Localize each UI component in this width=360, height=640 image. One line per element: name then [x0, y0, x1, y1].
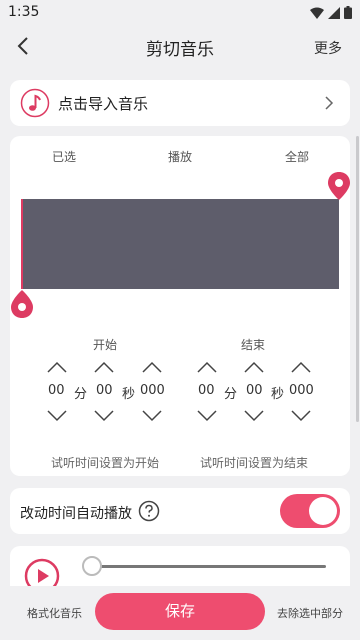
remove-selection-button[interactable]: 去除选中部分 — [277, 605, 343, 621]
start-min-up-icon[interactable] — [47, 361, 67, 373]
start-sec-value[interactable]: 00 — [96, 383, 113, 398]
start-handle-pin-icon[interactable] — [11, 290, 33, 318]
auto-play-toggle[interactable] — [280, 494, 340, 528]
chevron-right-icon — [325, 96, 334, 110]
waveform-panel: 已选 播放 全部 开始 结束 00 分 00 秒 000 00 分 00 秒 0… — [10, 136, 350, 476]
start-sec-up-icon[interactable] — [94, 361, 114, 373]
audition-set-start-button[interactable]: 试听时间设置为开始 — [35, 454, 175, 471]
end-min-unit: 分 — [224, 387, 238, 402]
start-min-value[interactable]: 00 — [48, 383, 65, 398]
wifi-icon — [310, 7, 324, 19]
cellular-icon — [328, 6, 340, 19]
import-music-button[interactable]: 点击导入音乐 — [10, 80, 350, 126]
waveform-selection[interactable] — [23, 199, 339, 289]
start-ms-up-icon[interactable] — [142, 361, 162, 373]
end-handle-pin-icon[interactable] — [328, 172, 350, 200]
page-title: 剪切音乐 — [146, 40, 214, 60]
end-time-label: 结束 — [240, 338, 265, 352]
format-music-button[interactable]: 格式化音乐 — [27, 605, 82, 621]
status-icons — [310, 6, 352, 19]
end-sec-unit: 秒 — [271, 387, 285, 402]
start-sec-down-icon[interactable] — [94, 410, 114, 422]
tab-play[interactable]: 播放 — [168, 148, 192, 165]
bottom-bar: 格式化音乐 保存 去除选中部分 — [0, 586, 360, 640]
status-time: 1:35 — [8, 4, 40, 20]
toggle-knob — [309, 497, 337, 525]
status-bar: 1:35 — [0, 0, 360, 26]
end-min-down-icon[interactable] — [197, 410, 217, 422]
start-min-down-icon[interactable] — [47, 410, 67, 422]
more-button[interactable]: 更多 — [314, 38, 342, 58]
start-marker-line — [21, 199, 23, 289]
audition-set-end-button[interactable]: 试听时间设置为结束 — [184, 454, 324, 471]
music-note-icon — [20, 88, 50, 118]
end-sec-up-icon[interactable] — [244, 361, 264, 373]
help-icon[interactable] — [138, 500, 160, 522]
tab-all[interactable]: 全部 — [285, 148, 309, 165]
start-sec-unit: 秒 — [122, 387, 136, 402]
end-ms-value[interactable]: 000 — [289, 383, 314, 398]
end-min-value[interactable]: 00 — [198, 383, 215, 398]
battery-icon — [344, 6, 352, 19]
app-bar: 剪切音乐 更多 — [0, 26, 360, 68]
end-sec-down-icon[interactable] — [244, 410, 264, 422]
start-min-unit: 分 — [74, 387, 88, 402]
start-ms-down-icon[interactable] — [142, 410, 162, 422]
end-ms-down-icon[interactable] — [291, 410, 311, 422]
auto-play-row: 改动时间自动播放 — [10, 488, 350, 534]
start-time-label: 开始 — [92, 338, 117, 352]
end-sec-value[interactable]: 00 — [246, 383, 263, 398]
scrollbar[interactable] — [356, 136, 359, 422]
progress-slider-track[interactable] — [92, 565, 326, 568]
progress-slider-thumb[interactable] — [82, 556, 102, 576]
end-min-up-icon[interactable] — [197, 361, 217, 373]
start-ms-value[interactable]: 000 — [140, 383, 165, 398]
tab-selected[interactable]: 已选 — [52, 148, 76, 165]
auto-play-label: 改动时间自动播放 — [20, 506, 132, 522]
end-ms-up-icon[interactable] — [291, 361, 311, 373]
import-music-label: 点击导入音乐 — [58, 95, 149, 113]
save-button[interactable]: 保存 — [95, 593, 265, 630]
